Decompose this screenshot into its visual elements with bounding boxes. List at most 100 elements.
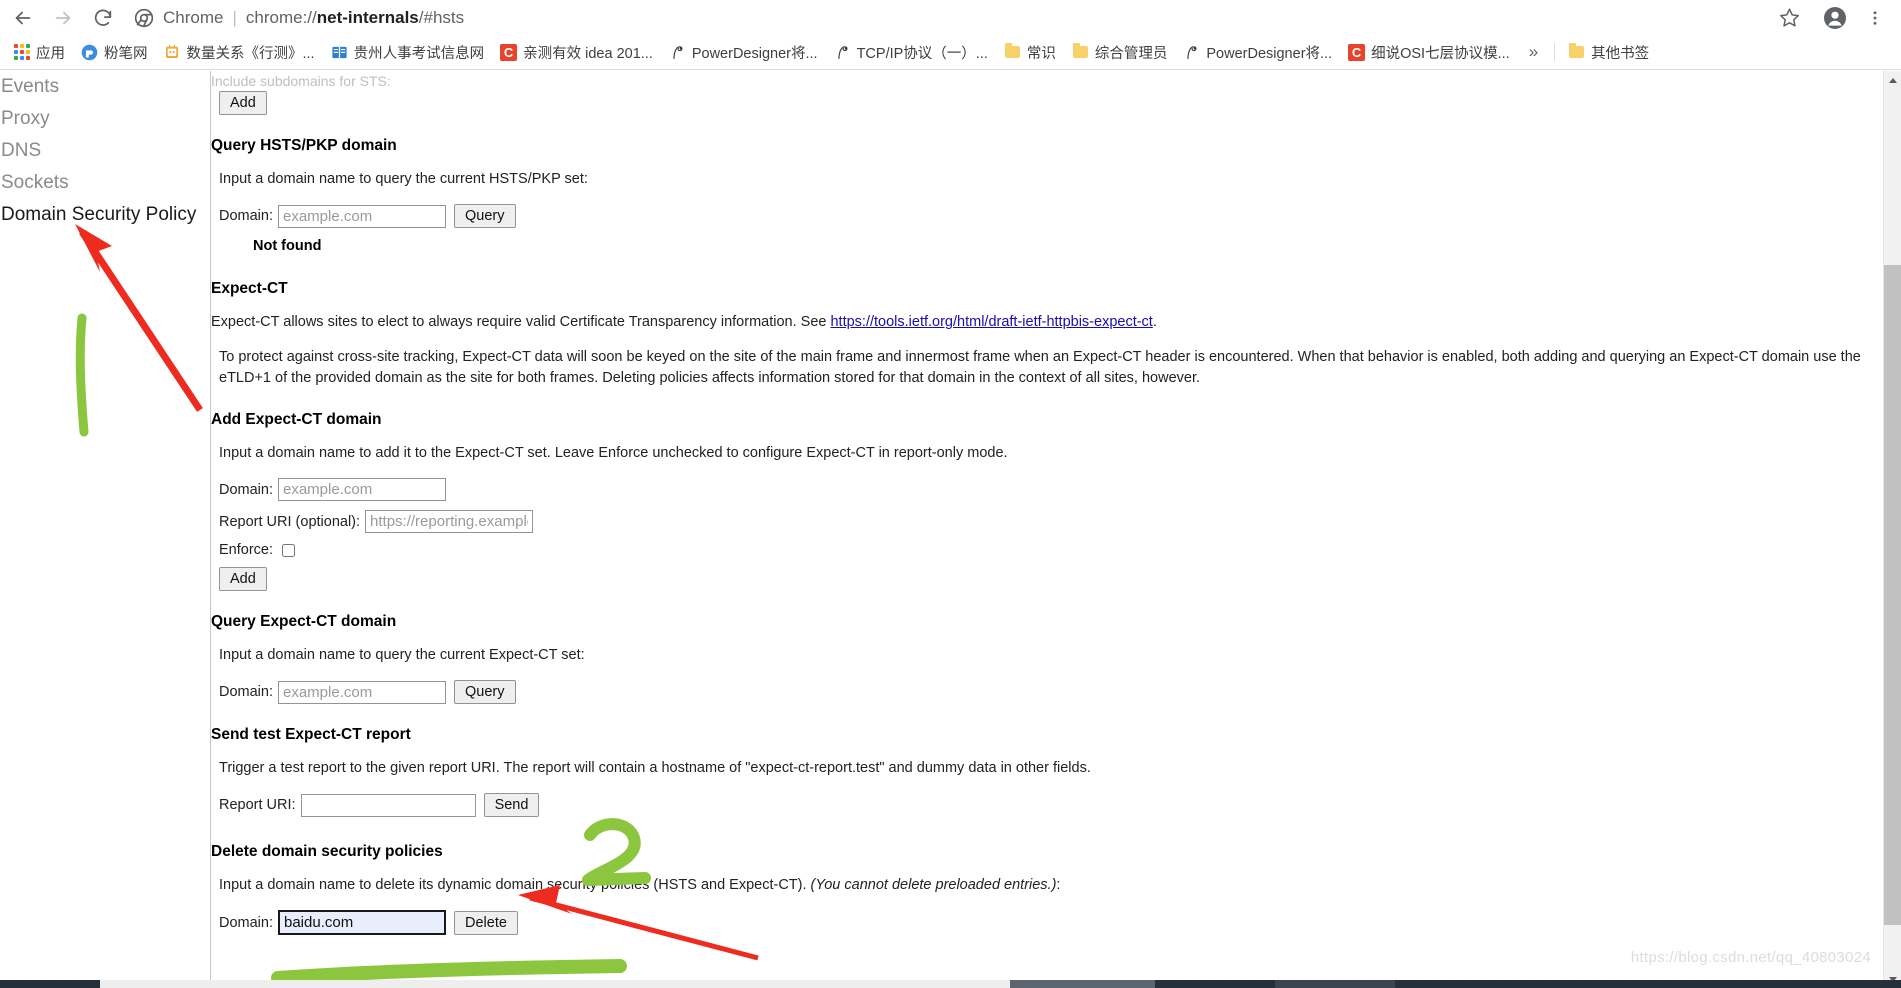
- taskbar-strip: [0, 980, 1901, 988]
- omnibox-url: chrome://net-internals/#hsts: [246, 8, 464, 28]
- bookmark-label: 亲测有效 idea 201...: [523, 45, 653, 62]
- query-expect-ct-button[interactable]: Query: [454, 680, 516, 705]
- send-test-report-row: Report URI: Send: [219, 793, 1869, 818]
- add-expect-ct-domain-row: Domain:: [219, 478, 1869, 502]
- bookmark-label: 应用: [36, 45, 65, 62]
- query-hsts-description: Input a domain name to query the current…: [219, 171, 588, 187]
- bookmark-label: 粉笔网: [104, 45, 148, 62]
- watermark: https://blog.csdn.net/qq_40803024: [1630, 949, 1871, 966]
- bookmarks-overflow-button[interactable]: »: [1519, 42, 1548, 62]
- expect-ct-heading: Expect-CT: [211, 280, 288, 298]
- bookmark-idea[interactable]: C 亲测有效 idea 201...: [493, 39, 660, 65]
- add-expect-ct-enforce-label: Enforce:: [219, 542, 273, 559]
- apps-grid-icon: [13, 44, 30, 61]
- query-expect-ct-row: Domain: Query: [219, 680, 1869, 705]
- query-hsts-row: Domain: Query: [219, 204, 1869, 229]
- omnibox-separator: |: [232, 7, 237, 27]
- add-expect-ct-enforce-checkbox[interactable]: [282, 543, 295, 557]
- bookmark-label: 常识: [1026, 45, 1056, 62]
- three-dot-menu-icon[interactable]: [1857, 1, 1893, 35]
- folder-icon: [1072, 43, 1089, 61]
- add-sts-button[interactable]: Add: [219, 91, 267, 115]
- bookmark-label: 其他书签: [1591, 45, 1650, 62]
- bookmark-folder-changshi[interactable]: 常识: [997, 39, 1063, 65]
- send-test-report-uri-label: Report URI:: [219, 797, 296, 814]
- expect-ct-spec-link[interactable]: https://tools.ietf.org/html/draft-ietf-h…: [830, 314, 1152, 330]
- bookmark-tcpip[interactable]: TCP/IP协议（一）...: [827, 39, 995, 65]
- main-content: Include subdomains for STS: Add Query HS…: [211, 71, 1883, 988]
- bookmark-apps[interactable]: 应用: [6, 39, 72, 65]
- omnibox-url-host: net-internals: [316, 7, 419, 27]
- delete-policies-row: Domain: Delete: [219, 910, 1869, 936]
- send-test-report-uri-input[interactable]: [300, 793, 476, 817]
- omnibox-url-suffix: /#hsts: [418, 7, 465, 27]
- query-hsts-domain-label: Domain:: [219, 208, 273, 225]
- add-expect-ct-domain-label: Domain:: [219, 481, 273, 498]
- bookmark-other-bookmarks[interactable]: 其他书签: [1561, 39, 1656, 65]
- query-hsts-heading: Query HSTS/PKP domain: [211, 137, 397, 154]
- bookmark-shuliang[interactable]: 数量关系《行测》...: [157, 39, 322, 65]
- pd-icon: [669, 44, 686, 61]
- add-expect-ct-description: Input a domain name to add it to the Exp…: [219, 445, 1008, 462]
- bookmark-fenbi[interactable]: 粉笔网: [74, 39, 155, 65]
- bookmark-powerdesigner-2[interactable]: PowerDesigner将...: [1176, 39, 1339, 65]
- sidebar-item-proxy[interactable]: Proxy: [0, 103, 210, 135]
- forward-button[interactable]: [46, 1, 80, 35]
- add-expect-ct-enforce-row: Enforce:: [219, 542, 1869, 558]
- back-button[interactable]: [6, 1, 40, 35]
- omnibox-chrome-label: Chrome: [163, 7, 224, 27]
- star-icon[interactable]: [1771, 1, 1807, 35]
- add-expect-ct-report-uri-input[interactable]: [365, 510, 534, 534]
- pd-icon: [834, 44, 851, 61]
- reload-button[interactable]: [86, 1, 120, 35]
- profile-avatar-icon[interactable]: [1817, 1, 1853, 35]
- query-hsts-domain-input[interactable]: [278, 204, 446, 228]
- delete-policies-domain-input[interactable]: [278, 910, 446, 936]
- bookmark-label: 综合管理员: [1094, 45, 1168, 62]
- bookmark-label: PowerDesigner将...: [1206, 45, 1333, 62]
- query-expect-ct-heading: Query Expect-CT domain: [211, 613, 397, 631]
- delete-policies-domain-label: Domain:: [219, 914, 273, 931]
- query-expect-ct-domain-label: Domain:: [219, 684, 273, 701]
- sidebar-item-dns[interactable]: DNS: [0, 135, 210, 167]
- send-test-report-description: Trigger a test report to the given repor…: [219, 760, 1091, 777]
- browser-toolbar: Chrome | chrome://net-internals/#hsts: [0, 0, 1901, 35]
- scrollbar-thumb[interactable]: [1884, 265, 1901, 925]
- delete-policies-description: Input a domain name to delete its dynami…: [219, 875, 1869, 896]
- delete-policies-desc-italic: (You cannot delete preloaded entries.): [810, 877, 1057, 894]
- bookmarks-bar: 应用 粉笔网 数量关系《行测》... 贵州人事考试信息网 C 亲测有效 idea…: [0, 35, 1901, 70]
- expect-ct-para-1: Expect-CT allows sites to elect to alway…: [211, 312, 1869, 333]
- send-test-report-button[interactable]: Send: [483, 793, 540, 818]
- address-bar[interactable]: Chrome | chrome://net-internals/#hsts: [134, 4, 1761, 32]
- bookmark-guizhou[interactable]: 贵州人事考试信息网: [324, 39, 492, 65]
- query-expect-ct-description: Input a domain name to query the current…: [219, 647, 585, 664]
- delete-policies-button[interactable]: Delete: [454, 910, 518, 935]
- sidebar-item-events[interactable]: Events: [0, 71, 210, 103]
- add-expect-ct-domain-input[interactable]: [278, 478, 446, 502]
- pd-icon: [1183, 44, 1200, 61]
- add-expect-ct-heading: Add Expect-CT domain: [211, 411, 382, 429]
- query-hsts-button[interactable]: Query: [454, 204, 516, 229]
- bookmark-osi[interactable]: C 细说OSI七层协议模...: [1341, 39, 1517, 65]
- bookmark-label: 贵州人事考试信息网: [353, 45, 485, 62]
- vertical-scrollbar[interactable]: [1883, 71, 1901, 988]
- bookmark-powerdesigner-1[interactable]: PowerDesigner将...: [662, 39, 825, 65]
- bookmark-folder-zonghe[interactable]: 综合管理员: [1065, 39, 1175, 65]
- bookmark-label: 细说OSI七层协议模...: [1371, 45, 1510, 62]
- csdn-c-icon: C: [500, 43, 518, 61]
- query-hsts-result: Not found: [253, 238, 322, 255]
- expect-ct-para-1-before: Expect-CT allows sites to elect to alway…: [211, 314, 831, 331]
- delete-policies-heading: Delete domain security policies: [211, 843, 443, 861]
- add-expect-ct-report-uri-label: Report URI (optional):: [219, 513, 361, 530]
- scroll-up-arrow-icon[interactable]: [1884, 71, 1901, 89]
- sidebar-item-domain-security-policy[interactable]: Domain Security Policy: [0, 199, 210, 231]
- query-expect-ct-domain-input[interactable]: [278, 680, 446, 704]
- taskbar-segment-3: [1275, 980, 1395, 988]
- sidebar-item-sockets[interactable]: Sockets: [0, 167, 210, 199]
- taskbar-segment-2: [1010, 980, 1155, 988]
- add-expect-ct-button[interactable]: Add: [219, 567, 267, 592]
- csdn-c-icon: C: [1348, 43, 1366, 61]
- include-subdomains-cutoff-label: Include subdomains for STS:: [211, 73, 391, 89]
- bookmark-label: TCP/IP协议（一）...: [856, 45, 988, 62]
- folder-icon: [1004, 43, 1021, 61]
